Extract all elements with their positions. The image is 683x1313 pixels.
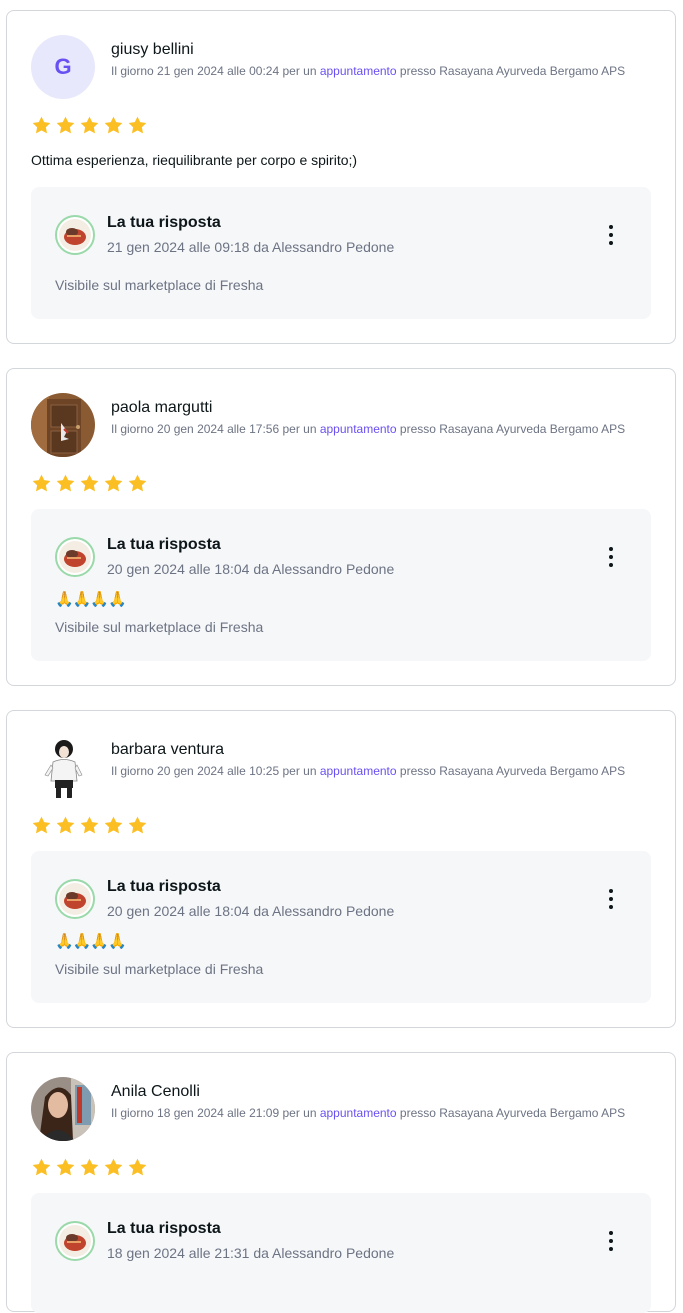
star-icon <box>56 474 75 492</box>
star-icon <box>128 116 147 134</box>
review-card: paola margutti Il giorno 20 gen 2024 all… <box>6 368 676 686</box>
avatar-initial: G <box>54 54 72 79</box>
star-rating <box>31 1157 148 1178</box>
appointment-link[interactable]: appuntamento <box>320 764 397 778</box>
business-logo-icon <box>55 1221 95 1261</box>
review-meta: Il giorno 20 gen 2024 alle 10:25 per un … <box>111 764 626 778</box>
review-text: Ottima esperienza, riequilibrante per co… <box>31 152 358 168</box>
appointment-link[interactable]: appuntamento <box>320 1106 397 1120</box>
avatar <box>31 1077 95 1141</box>
star-icon <box>80 816 99 834</box>
star-icon <box>128 1158 147 1176</box>
reply-box: La tua risposta 18 gen 2024 alle 21:31 d… <box>31 1193 651 1313</box>
star-icon <box>80 474 99 492</box>
business-logo-icon <box>55 879 95 919</box>
reply-box: La tua risposta 21 gen 2024 alle 09:18 d… <box>31 187 651 319</box>
reviewer-name: Anila Cenolli <box>111 1083 200 1100</box>
review-meta: Il giorno 20 gen 2024 alle 17:56 per un … <box>111 422 626 436</box>
reply-text: 🙏🙏🙏🙏 <box>55 591 127 608</box>
reply-date: 18 gen 2024 alle 21:31 da Alessandro Ped… <box>107 1245 395 1261</box>
reply-title: La tua risposta <box>107 536 221 553</box>
star-icon <box>80 1158 99 1176</box>
avatar <box>31 735 95 799</box>
more-vertical-icon[interactable] <box>601 887 621 911</box>
more-vertical-icon[interactable] <box>601 1229 621 1253</box>
reply-box: La tua risposta 20 gen 2024 alle 18:04 d… <box>31 851 651 1003</box>
reply-visibility: Visibile sul marketplace di Fresha <box>55 277 264 293</box>
reply-date: 20 gen 2024 alle 18:04 da Alessandro Ped… <box>107 903 395 919</box>
reply-title: La tua risposta <box>107 878 221 895</box>
review-meta: Il giorno 18 gen 2024 alle 21:09 per un … <box>111 1106 626 1120</box>
reply-date: 20 gen 2024 alle 18:04 da Alessandro Ped… <box>107 561 395 577</box>
star-icon <box>128 474 147 492</box>
avatar: G <box>31 35 95 99</box>
star-icon <box>104 1158 123 1176</box>
star-icon <box>32 816 51 834</box>
star-icon <box>128 816 147 834</box>
star-rating <box>31 473 148 494</box>
star-icon <box>104 116 123 134</box>
reviewer-name: paola margutti <box>111 399 213 416</box>
star-icon <box>104 816 123 834</box>
star-icon <box>56 116 75 134</box>
star-rating <box>31 115 148 136</box>
reply-visibility: Visibile sul marketplace di Fresha <box>55 619 264 635</box>
reply-text: 🙏🙏🙏🙏 <box>55 933 127 950</box>
star-rating <box>31 815 148 836</box>
star-icon <box>32 1158 51 1176</box>
reply-date: 21 gen 2024 alle 09:18 da Alessandro Ped… <box>107 239 395 255</box>
reviewer-name: giusy bellini <box>111 41 194 58</box>
review-card: G giusy bellini Il giorno 21 gen 2024 al… <box>6 10 676 344</box>
star-icon <box>32 474 51 492</box>
more-vertical-icon[interactable] <box>601 545 621 569</box>
reply-title: La tua risposta <box>107 1220 221 1237</box>
reply-visibility: Visibile sul marketplace di Fresha <box>55 961 264 977</box>
more-vertical-icon[interactable] <box>601 223 621 247</box>
reviewer-name: barbara ventura <box>111 741 224 758</box>
star-icon <box>32 116 51 134</box>
appointment-link[interactable]: appuntamento <box>320 64 397 78</box>
reply-box: La tua risposta 20 gen 2024 alle 18:04 d… <box>31 509 651 661</box>
review-meta: Il giorno 21 gen 2024 alle 00:24 per un … <box>111 64 626 78</box>
star-icon <box>80 116 99 134</box>
star-icon <box>104 474 123 492</box>
business-logo-icon <box>55 215 95 255</box>
business-logo-icon <box>55 537 95 577</box>
review-card: Anila Cenolli Il giorno 18 gen 2024 alle… <box>6 1052 676 1313</box>
avatar <box>31 393 95 457</box>
reply-title: La tua risposta <box>107 214 221 231</box>
appointment-link[interactable]: appuntamento <box>320 422 397 436</box>
star-icon <box>56 1158 75 1176</box>
star-icon <box>56 816 75 834</box>
review-card: barbara ventura Il giorno 20 gen 2024 al… <box>6 710 676 1028</box>
